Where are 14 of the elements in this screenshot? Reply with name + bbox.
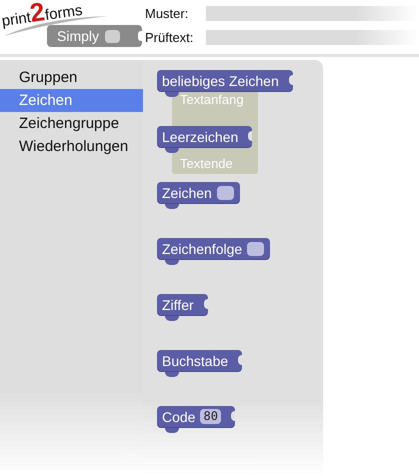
input-slot [105, 30, 120, 42]
category-item[interactable]: Wiederholungen [0, 135, 143, 158]
category-item[interactable]: Gruppen [0, 66, 143, 89]
simply-block[interactable]: Simply [47, 25, 142, 47]
category-item[interactable]: Zeichengruppe [0, 112, 143, 135]
input-slot [247, 242, 264, 256]
field-label: Prüftext: [145, 30, 194, 45]
logo-text: print [0, 10, 32, 30]
block-label: Textende [180, 156, 234, 171]
category-item[interactable]: Zeichen [0, 89, 143, 112]
field-label: Muster: [145, 6, 190, 21]
logo-text: forms [44, 3, 84, 24]
input-slot [216, 186, 234, 200]
number-field[interactable]: 80 [200, 409, 221, 424]
